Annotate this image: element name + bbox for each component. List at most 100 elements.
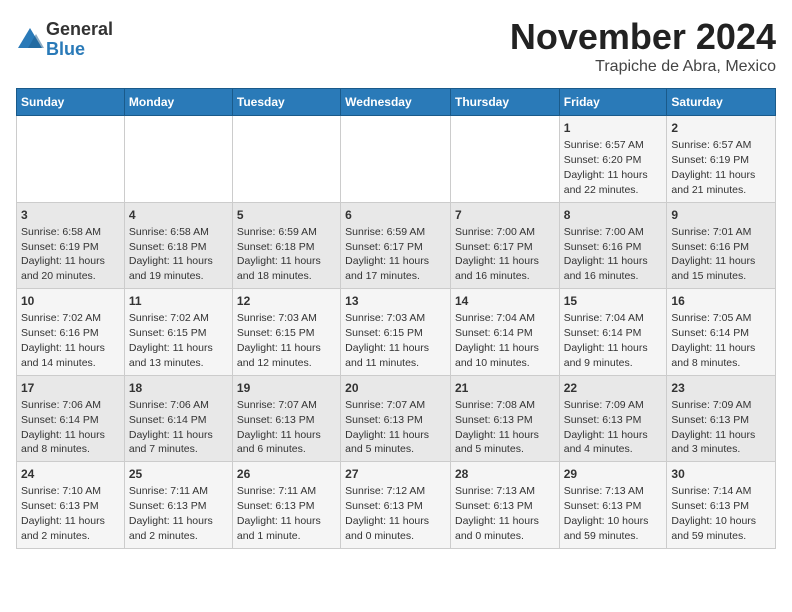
calendar-cell: 5 Sunrise: 6:59 AM Sunset: 6:18 PM Daylig…: [232, 202, 340, 289]
calendar-cell: 22 Sunrise: 7:09 AM Sunset: 6:13 PM Dayli…: [559, 375, 667, 462]
calendar-cell: 24Sunrise: 7:10 AM Sunset: 6:13 PM Dayli…: [17, 462, 125, 549]
column-header-wednesday: Wednesday: [341, 89, 451, 116]
day-info: Sunrise: 7:03 AM Sunset: 6:15 PM Dayligh…: [345, 312, 432, 369]
day-info: Sunrise: 7:03 AM Sunset: 6:15 PM Dayligh…: [237, 312, 324, 369]
day-number: 12: [237, 293, 336, 309]
logo-blue: Blue: [46, 39, 85, 59]
day-info: Sunrise: 7:02 AM Sunset: 6:16 PM Dayligh…: [21, 312, 108, 369]
day-number: 27: [345, 466, 446, 482]
day-info: Sunrise: 7:12 AM Sunset: 6:13 PM Dayligh…: [345, 485, 432, 542]
calendar-cell: 25Sunrise: 7:11 AM Sunset: 6:13 PM Dayli…: [124, 462, 232, 549]
day-number: 23: [671, 380, 771, 396]
day-info: Sunrise: 7:00 AM Sunset: 6:17 PM Dayligh…: [455, 226, 542, 283]
day-number: 10: [21, 293, 120, 309]
day-info: Sunrise: 6:59 AM Sunset: 6:17 PM Dayligh…: [345, 226, 432, 283]
day-number: 21: [455, 380, 555, 396]
calendar-cell: 26Sunrise: 7:11 AM Sunset: 6:13 PM Dayli…: [232, 462, 340, 549]
page-title: November 2024: [510, 16, 776, 58]
day-number: 19: [237, 380, 336, 396]
calendar-cell: 8 Sunrise: 7:00 AM Sunset: 6:16 PM Daylig…: [559, 202, 667, 289]
day-info: Sunrise: 7:13 AM Sunset: 6:13 PM Dayligh…: [564, 485, 652, 542]
page-subtitle: Trapiche de Abra, Mexico: [510, 58, 776, 76]
day-info: Sunrise: 6:58 AM Sunset: 6:18 PM Dayligh…: [129, 226, 216, 283]
calendar-cell: [450, 116, 559, 203]
calendar-cell: 28Sunrise: 7:13 AM Sunset: 6:13 PM Dayli…: [450, 462, 559, 549]
calendar-cell: 12 Sunrise: 7:03 AM Sunset: 6:15 PM Dayli…: [232, 289, 340, 376]
day-number: 17: [21, 380, 120, 396]
day-number: 13: [345, 293, 446, 309]
day-number: 18: [129, 380, 228, 396]
calendar-cell: 16Sunrise: 7:05 AM Sunset: 6:14 PM Dayli…: [667, 289, 776, 376]
calendar-cell: [17, 116, 125, 203]
calendar-cell: 4 Sunrise: 6:58 AM Sunset: 6:18 PM Daylig…: [124, 202, 232, 289]
calendar-week-1: 1Sunrise: 6:57 AM Sunset: 6:20 PM Daylig…: [17, 116, 776, 203]
calendar-body: 1Sunrise: 6:57 AM Sunset: 6:20 PM Daylig…: [17, 116, 776, 549]
day-info: Sunrise: 6:58 AM Sunset: 6:19 PM Dayligh…: [21, 226, 108, 283]
day-number: 29: [564, 466, 663, 482]
day-info: Sunrise: 6:59 AM Sunset: 6:18 PM Dayligh…: [237, 226, 324, 283]
day-number: 11: [129, 293, 228, 309]
day-info: Sunrise: 7:10 AM Sunset: 6:13 PM Dayligh…: [21, 485, 108, 542]
calendar-cell: 17 Sunrise: 7:06 AM Sunset: 6:14 PM Dayli…: [17, 375, 125, 462]
logo-general: General: [46, 19, 113, 39]
calendar-cell: 29 Sunrise: 7:13 AM Sunset: 6:13 PM Dayli…: [559, 462, 667, 549]
day-info: Sunrise: 7:02 AM Sunset: 6:15 PM Dayligh…: [129, 312, 216, 369]
day-info: Sunrise: 7:06 AM Sunset: 6:14 PM Dayligh…: [129, 399, 216, 456]
day-info: Sunrise: 7:05 AM Sunset: 6:14 PM Dayligh…: [671, 312, 758, 369]
calendar-week-5: 24Sunrise: 7:10 AM Sunset: 6:13 PM Dayli…: [17, 462, 776, 549]
day-number: 28: [455, 466, 555, 482]
day-number: 7: [455, 207, 555, 223]
calendar-cell: 14Sunrise: 7:04 AM Sunset: 6:14 PM Dayli…: [450, 289, 559, 376]
day-number: 26: [237, 466, 336, 482]
logo-text: General Blue: [46, 20, 113, 60]
day-info: Sunrise: 7:06 AM Sunset: 6:14 PM Dayligh…: [21, 399, 108, 456]
calendar-cell: 15 Sunrise: 7:04 AM Sunset: 6:14 PM Dayli…: [559, 289, 667, 376]
column-header-friday: Friday: [559, 89, 667, 116]
day-number: 20: [345, 380, 446, 396]
calendar-cell: 19 Sunrise: 7:07 AM Sunset: 6:13 PM Dayli…: [232, 375, 340, 462]
day-info: Sunrise: 7:11 AM Sunset: 6:13 PM Dayligh…: [129, 485, 216, 542]
calendar-cell: 23 Sunrise: 7:09 AM Sunset: 6:13 PM Dayli…: [667, 375, 776, 462]
day-info: Sunrise: 7:14 AM Sunset: 6:13 PM Dayligh…: [671, 485, 759, 542]
day-number: 5: [237, 207, 336, 223]
calendar-cell: [341, 116, 451, 203]
calendar-cell: 13 Sunrise: 7:03 AM Sunset: 6:15 PM Dayli…: [341, 289, 451, 376]
calendar-cell: [124, 116, 232, 203]
day-number: 4: [129, 207, 228, 223]
column-header-tuesday: Tuesday: [232, 89, 340, 116]
calendar-week-2: 3Sunrise: 6:58 AM Sunset: 6:19 PM Daylig…: [17, 202, 776, 289]
column-header-saturday: Saturday: [667, 89, 776, 116]
day-number: 6: [345, 207, 446, 223]
calendar-cell: 10 Sunrise: 7:02 AM Sunset: 6:16 PM Dayli…: [17, 289, 125, 376]
header-row: SundayMondayTuesdayWednesdayThursdayFrid…: [17, 89, 776, 116]
logo: General Blue: [16, 20, 113, 60]
day-info: Sunrise: 7:00 AM Sunset: 6:16 PM Dayligh…: [564, 226, 651, 283]
calendar-cell: 21Sunrise: 7:08 AM Sunset: 6:13 PM Dayli…: [450, 375, 559, 462]
day-info: Sunrise: 7:04 AM Sunset: 6:14 PM Dayligh…: [564, 312, 651, 369]
calendar-cell: 18 Sunrise: 7:06 AM Sunset: 6:14 PM Dayli…: [124, 375, 232, 462]
day-info: Sunrise: 7:07 AM Sunset: 6:13 PM Dayligh…: [345, 399, 432, 456]
day-number: 9: [671, 207, 771, 223]
calendar-cell: 7 Sunrise: 7:00 AM Sunset: 6:17 PM Daylig…: [450, 202, 559, 289]
calendar-cell: 6 Sunrise: 6:59 AM Sunset: 6:17 PM Daylig…: [341, 202, 451, 289]
title-block: November 2024 Trapiche de Abra, Mexico: [510, 16, 776, 76]
day-info: Sunrise: 7:07 AM Sunset: 6:13 PM Dayligh…: [237, 399, 324, 456]
day-info: Sunrise: 7:01 AM Sunset: 6:16 PM Dayligh…: [671, 226, 758, 283]
calendar-week-3: 10 Sunrise: 7:02 AM Sunset: 6:16 PM Dayli…: [17, 289, 776, 376]
day-info: Sunrise: 6:57 AM Sunset: 6:19 PM Dayligh…: [671, 139, 758, 196]
calendar-week-4: 17 Sunrise: 7:06 AM Sunset: 6:14 PM Dayli…: [17, 375, 776, 462]
day-number: 2: [671, 120, 771, 136]
column-header-thursday: Thursday: [450, 89, 559, 116]
calendar-cell: 1Sunrise: 6:57 AM Sunset: 6:20 PM Daylig…: [559, 116, 667, 203]
calendar-cell: 9 Sunrise: 7:01 AM Sunset: 6:16 PM Daylig…: [667, 202, 776, 289]
day-number: 15: [564, 293, 663, 309]
calendar-cell: 3Sunrise: 6:58 AM Sunset: 6:19 PM Daylig…: [17, 202, 125, 289]
calendar-cell: 2 Sunrise: 6:57 AM Sunset: 6:19 PM Daylig…: [667, 116, 776, 203]
day-number: 22: [564, 380, 663, 396]
day-number: 8: [564, 207, 663, 223]
day-info: Sunrise: 7:09 AM Sunset: 6:13 PM Dayligh…: [671, 399, 758, 456]
column-header-monday: Monday: [124, 89, 232, 116]
calendar-cell: 20 Sunrise: 7:07 AM Sunset: 6:13 PM Dayli…: [341, 375, 451, 462]
day-info: Sunrise: 7:04 AM Sunset: 6:14 PM Dayligh…: [455, 312, 542, 369]
day-info: Sunrise: 7:09 AM Sunset: 6:13 PM Dayligh…: [564, 399, 651, 456]
